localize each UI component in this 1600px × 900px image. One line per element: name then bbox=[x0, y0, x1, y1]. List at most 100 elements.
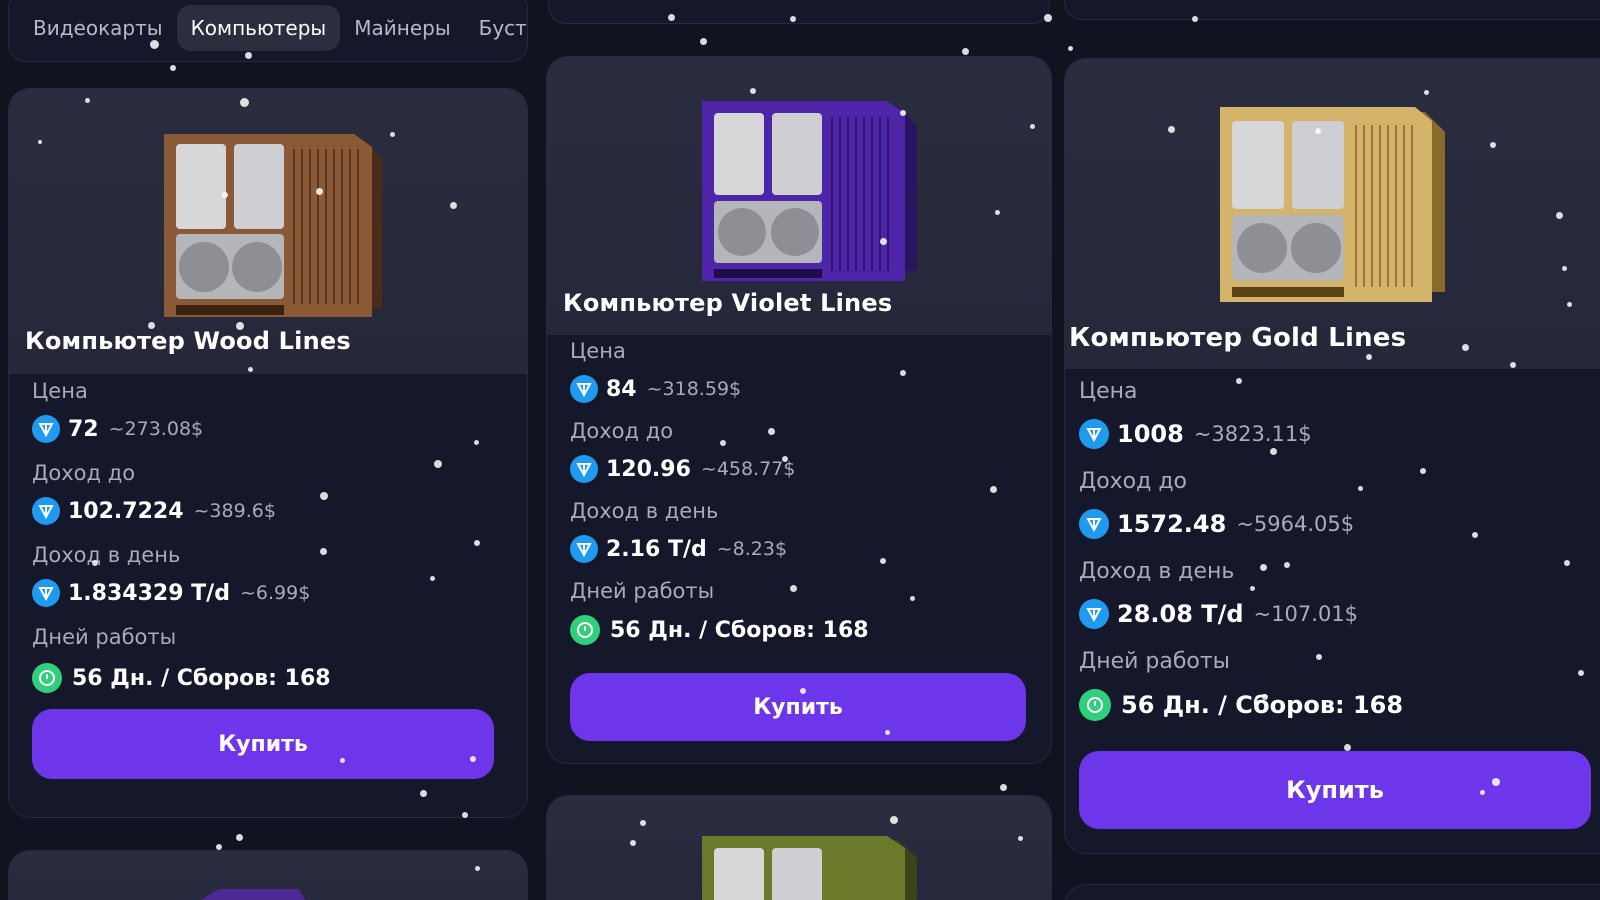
snowflake bbox=[320, 548, 327, 555]
snowflake bbox=[1168, 126, 1175, 133]
snowflake bbox=[38, 140, 42, 144]
income-day-usd: ~107.01$ bbox=[1253, 602, 1359, 626]
buy-button[interactable]: Купить bbox=[32, 709, 494, 779]
snowflake bbox=[1366, 354, 1372, 360]
ton-coin-icon bbox=[32, 579, 60, 607]
price-label: Цена bbox=[570, 339, 626, 363]
snowflake bbox=[1567, 302, 1572, 307]
snowflake bbox=[768, 428, 775, 435]
snowflake bbox=[1564, 560, 1570, 566]
income-day-label: Доход в день bbox=[1079, 559, 1235, 584]
income-day-row: 28.08 T/d ~107.01$ bbox=[1079, 599, 1358, 629]
snowflake bbox=[222, 192, 228, 198]
computer-wood-image bbox=[164, 134, 382, 317]
snowflake bbox=[800, 688, 806, 694]
computer-violet-image bbox=[702, 101, 917, 281]
ton-coin-icon bbox=[570, 535, 598, 563]
snowflake bbox=[900, 370, 906, 376]
snowflake bbox=[390, 132, 395, 137]
product-card-partial bbox=[1064, 884, 1600, 900]
income-to-row: 102.7224 ~389.6$ bbox=[32, 497, 276, 525]
income-to-usd: ~5964.05$ bbox=[1236, 512, 1355, 536]
snowflake bbox=[1358, 486, 1363, 491]
snowflake bbox=[474, 540, 480, 546]
snowflake bbox=[1344, 744, 1351, 751]
snowflake bbox=[962, 48, 969, 55]
snowflake bbox=[1262, 694, 1268, 700]
buy-button[interactable]: Купить bbox=[570, 673, 1026, 741]
income-to-value: 120.96 bbox=[606, 456, 691, 482]
snowflake bbox=[640, 820, 646, 826]
days-row: 56 Дн. / Сборов: 168 bbox=[32, 663, 331, 693]
days-label: Дней работы bbox=[570, 579, 715, 603]
snowflake bbox=[1316, 654, 1322, 660]
snowflake bbox=[1492, 778, 1500, 786]
snowflake bbox=[1420, 468, 1426, 474]
snowflake bbox=[236, 322, 244, 330]
snowflake bbox=[790, 585, 797, 592]
income-day-usd: ~6.99$ bbox=[239, 582, 311, 604]
price-value: 72 bbox=[68, 416, 99, 442]
income-day-value: 28.08 T/d bbox=[1117, 600, 1244, 628]
price-value: 1008 bbox=[1117, 420, 1184, 448]
snowflake bbox=[1556, 212, 1563, 219]
days-row: 56 Дн. / Сборов: 168 bbox=[1079, 689, 1403, 721]
snowflake bbox=[880, 558, 886, 564]
snowflake bbox=[450, 202, 457, 209]
snowflake bbox=[1044, 14, 1052, 22]
snowflake bbox=[170, 65, 176, 71]
snowflake bbox=[990, 486, 997, 493]
price-row: 84 ~318.59$ bbox=[570, 375, 741, 403]
snowflake bbox=[320, 492, 328, 500]
ton-coin-icon bbox=[32, 415, 60, 443]
snowflake bbox=[1472, 532, 1478, 538]
price-usd: ~318.59$ bbox=[646, 378, 742, 400]
income-to-row: 120.96 ~458.77$ bbox=[570, 455, 795, 483]
snowflake bbox=[1480, 790, 1485, 795]
income-to-value: 102.7224 bbox=[68, 498, 184, 524]
snowflake bbox=[248, 367, 253, 372]
ton-coin-icon bbox=[1079, 599, 1109, 629]
ton-coin-icon bbox=[570, 455, 598, 483]
snowflake bbox=[1490, 142, 1496, 148]
snowflake bbox=[630, 840, 636, 846]
snowflake bbox=[430, 576, 435, 581]
buy-button[interactable]: Купить bbox=[1079, 751, 1591, 829]
days-row: 56 Дн. / Сборов: 168 bbox=[570, 615, 869, 645]
snowflake bbox=[245, 52, 252, 59]
product-card-gold: Компьютер Gold Lines Цена 1008 ~3823.11$… bbox=[1064, 58, 1600, 854]
snowflake bbox=[150, 40, 159, 49]
computer-green-image bbox=[702, 836, 917, 900]
tab-miners[interactable]: Майнеры bbox=[340, 5, 464, 51]
snowflake bbox=[1284, 562, 1290, 568]
previous-card-stub bbox=[1064, 0, 1600, 20]
green-clock-icon bbox=[1079, 689, 1111, 721]
snowflake bbox=[434, 460, 442, 468]
snowflake bbox=[1424, 90, 1429, 95]
snowflake bbox=[700, 38, 707, 45]
days-label: Дней работы bbox=[1079, 649, 1231, 674]
income-day-value: 2.16 T/d bbox=[606, 536, 707, 562]
snowflake bbox=[890, 816, 898, 824]
snowflake bbox=[216, 844, 222, 850]
price-row: 1008 ~3823.11$ bbox=[1079, 419, 1312, 449]
income-to-usd: ~389.6$ bbox=[193, 500, 276, 522]
snowflake bbox=[782, 456, 788, 462]
snowflake bbox=[1236, 378, 1242, 384]
income-to-label: Доход до bbox=[1079, 469, 1188, 494]
snowflake bbox=[790, 16, 796, 22]
snowflake bbox=[995, 210, 1000, 215]
snowflake bbox=[1270, 448, 1277, 455]
days-label: Дней работы bbox=[32, 625, 177, 649]
income-to-label: Доход до bbox=[32, 461, 136, 485]
category-tabs: Видеокарты Компьютеры Майнеры Бусте bbox=[8, 0, 528, 62]
tab-boosters[interactable]: Бусте bbox=[465, 5, 527, 51]
green-clock-icon bbox=[570, 615, 600, 645]
snowflake bbox=[236, 834, 243, 841]
snowflake bbox=[910, 596, 915, 601]
tab-computers[interactable]: Компьютеры bbox=[176, 5, 341, 51]
snowflake bbox=[474, 440, 479, 445]
income-day-row: 2.16 T/d ~8.23$ bbox=[570, 535, 787, 563]
income-to-row: 1572.48 ~5964.05$ bbox=[1079, 509, 1354, 539]
product-card-wood: Компьютер Wood Lines Цена 72 ~273.08$ До… bbox=[8, 88, 528, 818]
